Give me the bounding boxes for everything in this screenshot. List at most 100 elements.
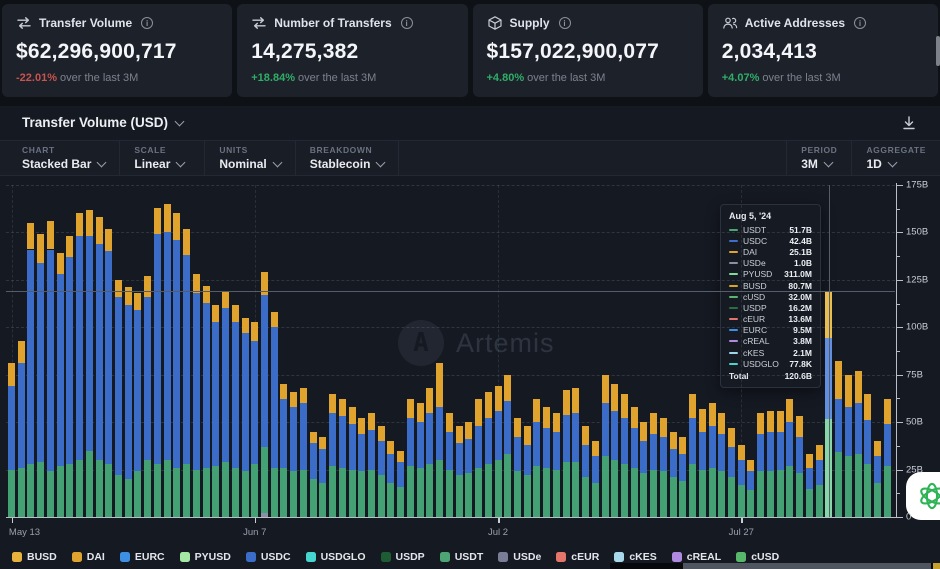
- transfer-arrows-icon: [251, 15, 267, 31]
- legend-swatch: [306, 552, 316, 562]
- control-breakdown[interactable]: BREAKDOWN Stablecoin: [296, 141, 400, 175]
- stat-card-supply: Supplyi$157,022,900,077+4.80% over the l…: [473, 4, 703, 97]
- legend-item-eurc[interactable]: EURC: [120, 551, 165, 563]
- tooltip-series-name: USDP: [743, 303, 788, 313]
- tooltip-row-dai: DAI25.1B: [729, 246, 812, 257]
- legend-item-ckes[interactable]: cKES: [614, 551, 656, 563]
- control-selected-value: Stablecoin: [310, 157, 371, 171]
- stat-cards-row: Transfer Volumei$62,296,900,717-22.01% o…: [2, 4, 938, 97]
- series-color-dash: [729, 307, 738, 309]
- legend-item-cusd[interactable]: cUSD: [736, 551, 779, 563]
- legend-swatch: [614, 552, 624, 562]
- legend-item-pyusd[interactable]: PYUSD: [180, 551, 231, 563]
- control-scale[interactable]: SCALELinear: [120, 141, 205, 175]
- control-value: 3M: [801, 157, 837, 171]
- tooltip-series-name: USDGLO: [743, 359, 789, 369]
- legend-item-ceur[interactable]: cEUR: [556, 551, 599, 563]
- stat-card-value: 2,034,413: [722, 40, 924, 64]
- stat-card-value: $157,022,900,077: [487, 40, 689, 64]
- legend-item-usdglo[interactable]: USDGLO: [306, 551, 366, 563]
- tooltip-row-creal: cREAL3.8M: [729, 336, 812, 347]
- info-icon[interactable]: i: [559, 17, 571, 29]
- legend-label: BUSD: [27, 551, 57, 563]
- delta-percent: -22.01%: [16, 72, 57, 84]
- legend-item-dai[interactable]: DAI: [72, 551, 105, 563]
- tooltip-series-name: USDe: [743, 258, 794, 268]
- legend-item-usdt[interactable]: USDT: [440, 551, 484, 563]
- stat-card-header: Supplyi: [487, 15, 689, 31]
- series-color-dash: [729, 285, 738, 287]
- control-units[interactable]: UNITSNominal: [205, 141, 295, 175]
- tooltip-series-name: cKES: [743, 348, 793, 358]
- legend-item-usdp[interactable]: USDP: [381, 551, 425, 563]
- legend-swatch: [498, 552, 508, 562]
- info-icon[interactable]: i: [401, 17, 413, 29]
- chevron-down-icon: [887, 158, 897, 168]
- legend-label: cUSD: [751, 551, 779, 563]
- tooltip-series-name: cEUR: [743, 314, 788, 324]
- metric-selector[interactable]: Transfer Volume (USD): [22, 115, 183, 130]
- control-aggregate[interactable]: AGGREGATE1D: [851, 141, 940, 175]
- legend-item-creal[interactable]: cREAL: [672, 551, 721, 563]
- info-icon[interactable]: i: [854, 17, 866, 29]
- stat-card-header: Active Addressesi: [722, 15, 924, 31]
- control-label: SCALE: [134, 145, 190, 155]
- artemis-dashboard: Transfer Volumei$62,296,900,717-22.01% o…: [0, 0, 940, 569]
- download-button[interactable]: [900, 114, 918, 132]
- series-color-dash: [729, 363, 738, 365]
- control-label: BREAKDOWN: [310, 145, 385, 155]
- stat-card-delta: -22.01% over the last 3M: [16, 72, 218, 84]
- tooltip-series-name: USDC: [743, 236, 789, 246]
- legend-item-busd[interactable]: BUSD: [12, 551, 57, 563]
- control-value: Nominal: [219, 157, 280, 171]
- horizontal-scrollbar-track[interactable]: [610, 563, 940, 569]
- tooltip-series-name: EURC: [743, 325, 793, 335]
- tooltip-row-ckes: cKES2.1M: [729, 347, 812, 358]
- tooltip-series-value: 2.1M: [793, 348, 812, 358]
- chart-panel-header: Transfer Volume (USD): [0, 106, 940, 140]
- legend-swatch: [381, 552, 391, 562]
- series-color-dash: [729, 240, 738, 242]
- metric-selector-label: Transfer Volume (USD): [22, 115, 168, 130]
- legend-item-usde[interactable]: USDe: [498, 551, 541, 563]
- chevron-down-icon: [823, 158, 833, 168]
- chevron-down-icon: [175, 116, 185, 126]
- legend-swatch: [736, 552, 746, 562]
- tooltip-series-value: 16.2M: [788, 303, 812, 313]
- control-value: Stacked Bar: [22, 157, 105, 171]
- tooltip-series-value: 51.7B: [789, 225, 812, 235]
- control-period[interactable]: PERIOD3M: [786, 141, 851, 175]
- legend-label: USDP: [396, 551, 425, 563]
- legend-item-usdc[interactable]: USDC: [246, 551, 291, 563]
- control-chart[interactable]: CHARTStacked Bar: [0, 141, 120, 175]
- legend-swatch: [120, 552, 130, 562]
- legend-label: USDGLO: [321, 551, 366, 563]
- chevron-down-icon: [176, 158, 186, 168]
- series-color-dash: [729, 352, 738, 354]
- celo-widget-button[interactable]: [906, 472, 940, 520]
- stat-card-header: Number of Transfers i: [251, 15, 453, 31]
- tooltip-total-value: 120.6B: [785, 371, 812, 381]
- delta-percent: +18.84%: [251, 72, 295, 84]
- stat-card-title: Number of Transfers: [274, 16, 391, 30]
- legend-swatch: [246, 552, 256, 562]
- tooltip-series-value: 80.7M: [788, 281, 812, 291]
- transfer-arrows-icon: [16, 15, 32, 31]
- tooltip-total-row: Total 120.6B: [729, 370, 812, 382]
- legend-swatch: [180, 552, 190, 562]
- stat-card-number-of-transfers: Number of Transfersi14,275,382+18.84% ov…: [237, 4, 467, 97]
- tooltip-series-name: USDT: [743, 225, 789, 235]
- celo-flower-icon: [915, 479, 940, 513]
- legend-label: cEUR: [571, 551, 599, 563]
- tooltip-row-busd: BUSD80.7M: [729, 280, 812, 291]
- tooltip-row-cusd: cUSD32.0M: [729, 291, 812, 302]
- vertical-scrollbar-thumb[interactable]: [936, 36, 940, 66]
- people-icon: [722, 15, 738, 31]
- tooltip-series-value: 42.4B: [789, 236, 812, 246]
- horizontal-scrollbar-thumb[interactable]: [683, 563, 931, 569]
- legend-swatch: [672, 552, 682, 562]
- legend-swatch: [440, 552, 450, 562]
- info-icon[interactable]: i: [141, 17, 153, 29]
- tooltip-row-usde: USDe1.0B: [729, 258, 812, 269]
- series-color-dash: [729, 273, 738, 275]
